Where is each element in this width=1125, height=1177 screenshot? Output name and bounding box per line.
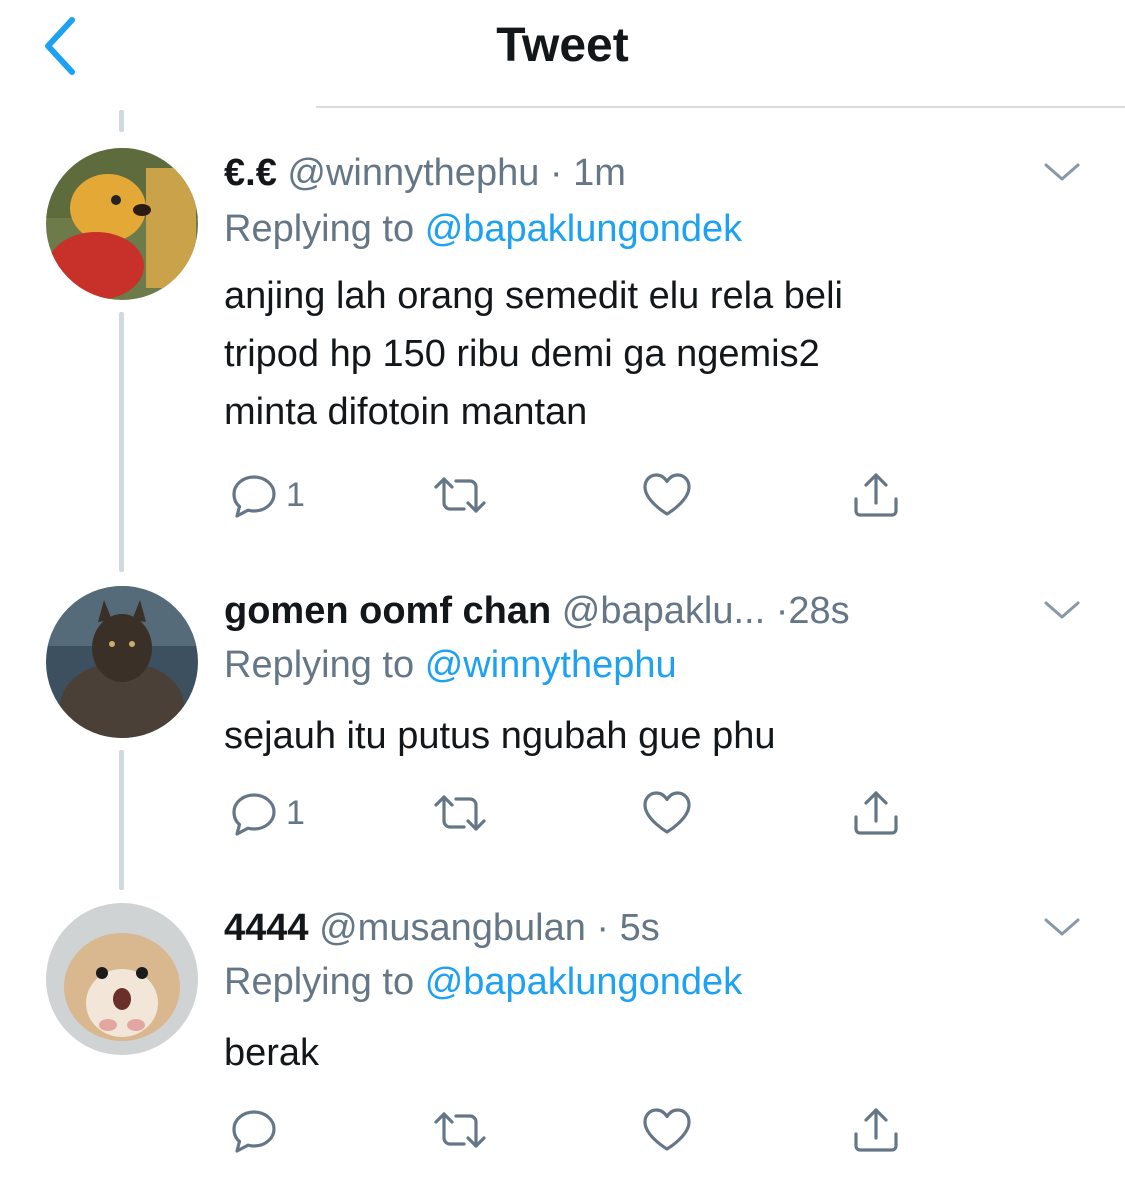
share-icon bbox=[854, 1108, 898, 1152]
replying-to: Replying to @winnythephu bbox=[224, 641, 677, 689]
display-name[interactable]: gomen oomf chan bbox=[224, 590, 551, 632]
page-title: Tweet bbox=[496, 19, 629, 72]
chevron-down-icon bbox=[1044, 918, 1080, 936]
user-handle[interactable]: @bapaklu... bbox=[562, 590, 765, 632]
mention-link[interactable]: @bapaklungondek bbox=[425, 208, 743, 250]
timestamp[interactable]: 28s bbox=[788, 590, 849, 632]
like-icon bbox=[643, 473, 691, 516]
share-button[interactable] bbox=[850, 465, 902, 525]
reply-count: 1 bbox=[286, 793, 305, 832]
retweet-icon bbox=[434, 795, 486, 831]
reply-button[interactable]: 1 bbox=[228, 465, 305, 525]
avatar[interactable] bbox=[46, 148, 198, 300]
avatar-image bbox=[46, 903, 198, 1055]
avatar-image bbox=[46, 586, 198, 738]
tweet-text-line: sejauh itu putus ngubah gue phu bbox=[224, 715, 776, 757]
retweet-button[interactable] bbox=[430, 1100, 490, 1160]
reply-button[interactable] bbox=[228, 1100, 286, 1160]
reply-button[interactable]: 1 bbox=[228, 783, 305, 843]
top-bar: Tweet bbox=[0, 0, 1125, 108]
reply-count: 1 bbox=[286, 475, 305, 514]
replying-prefix: Replying to bbox=[224, 644, 415, 686]
like-icon bbox=[643, 1108, 691, 1151]
share-button[interactable] bbox=[850, 1100, 902, 1160]
separator: · bbox=[596, 907, 610, 949]
retweet-icon bbox=[434, 477, 486, 513]
tweet-menu-button[interactable] bbox=[1040, 157, 1084, 187]
tweet-header: gomen oomf chan @bapaklu... ·28s bbox=[224, 587, 850, 635]
tweet-header: €.€ @winnythephu · 1m bbox=[224, 149, 626, 197]
tweet-text: berak bbox=[224, 1024, 1044, 1082]
replying-to: Replying to @bapaklungondek bbox=[224, 205, 742, 253]
share-icon bbox=[854, 473, 898, 517]
replying-to: Replying to @bapaklungondek bbox=[224, 958, 742, 1006]
mention-link[interactable]: @bapaklungondek bbox=[425, 961, 743, 1003]
timestamp[interactable]: 5s bbox=[620, 907, 660, 949]
retweet-button[interactable] bbox=[430, 465, 490, 525]
header-divider bbox=[316, 106, 1125, 108]
like-button[interactable] bbox=[640, 1100, 694, 1160]
like-icon bbox=[643, 791, 691, 834]
separator: · bbox=[549, 152, 563, 194]
user-handle[interactable]: @winnythephu bbox=[287, 152, 539, 194]
avatar[interactable] bbox=[46, 903, 198, 1055]
retweet-icon bbox=[434, 1112, 486, 1148]
tweet-text: anjing lah orang semedit elu rela beli t… bbox=[224, 267, 1044, 441]
tweet-actions: 1 bbox=[224, 783, 924, 843]
tweet-actions bbox=[224, 1100, 924, 1160]
display-name[interactable]: €.€ bbox=[224, 152, 277, 194]
timestamp[interactable]: 1m bbox=[573, 152, 626, 194]
avatar-image bbox=[46, 148, 198, 300]
share-icon bbox=[854, 791, 898, 835]
user-handle[interactable]: @musangbulan bbox=[319, 907, 586, 949]
separator: · bbox=[775, 590, 789, 632]
tweet-header: 4444 @musangbulan · 5s bbox=[224, 904, 660, 952]
tweet-text-line: anjing lah orang semedit elu rela beli bbox=[224, 275, 843, 317]
display-name[interactable]: 4444 bbox=[224, 907, 309, 949]
replying-prefix: Replying to bbox=[224, 961, 415, 1003]
tweet-menu-button[interactable] bbox=[1040, 595, 1084, 625]
like-button[interactable] bbox=[640, 465, 694, 525]
tweet-text-line: tripod hp 150 ribu demi ga ngemis2 bbox=[224, 333, 820, 375]
tweet-actions: 1 bbox=[224, 465, 924, 525]
reply-icon bbox=[232, 1110, 276, 1153]
tweet-text-line: berak bbox=[224, 1032, 320, 1074]
thread-line bbox=[119, 312, 124, 572]
tweet-text: sejauh itu putus ngubah gue phu bbox=[224, 707, 1044, 765]
tweet-menu-button[interactable] bbox=[1040, 912, 1084, 942]
like-button[interactable] bbox=[640, 783, 694, 843]
tweet-text-line: minta difotoin mantan bbox=[224, 391, 588, 433]
mention-link[interactable]: @winnythephu bbox=[425, 644, 677, 686]
reply-icon bbox=[232, 793, 276, 836]
chevron-down-icon bbox=[1044, 163, 1080, 181]
chevron-down-icon bbox=[1044, 601, 1080, 619]
retweet-button[interactable] bbox=[430, 783, 490, 843]
share-button[interactable] bbox=[850, 783, 902, 843]
reply-icon bbox=[232, 475, 276, 518]
replying-prefix: Replying to bbox=[224, 208, 415, 250]
thread-line bbox=[119, 750, 124, 890]
avatar[interactable] bbox=[46, 586, 198, 738]
thread-line bbox=[119, 110, 124, 132]
